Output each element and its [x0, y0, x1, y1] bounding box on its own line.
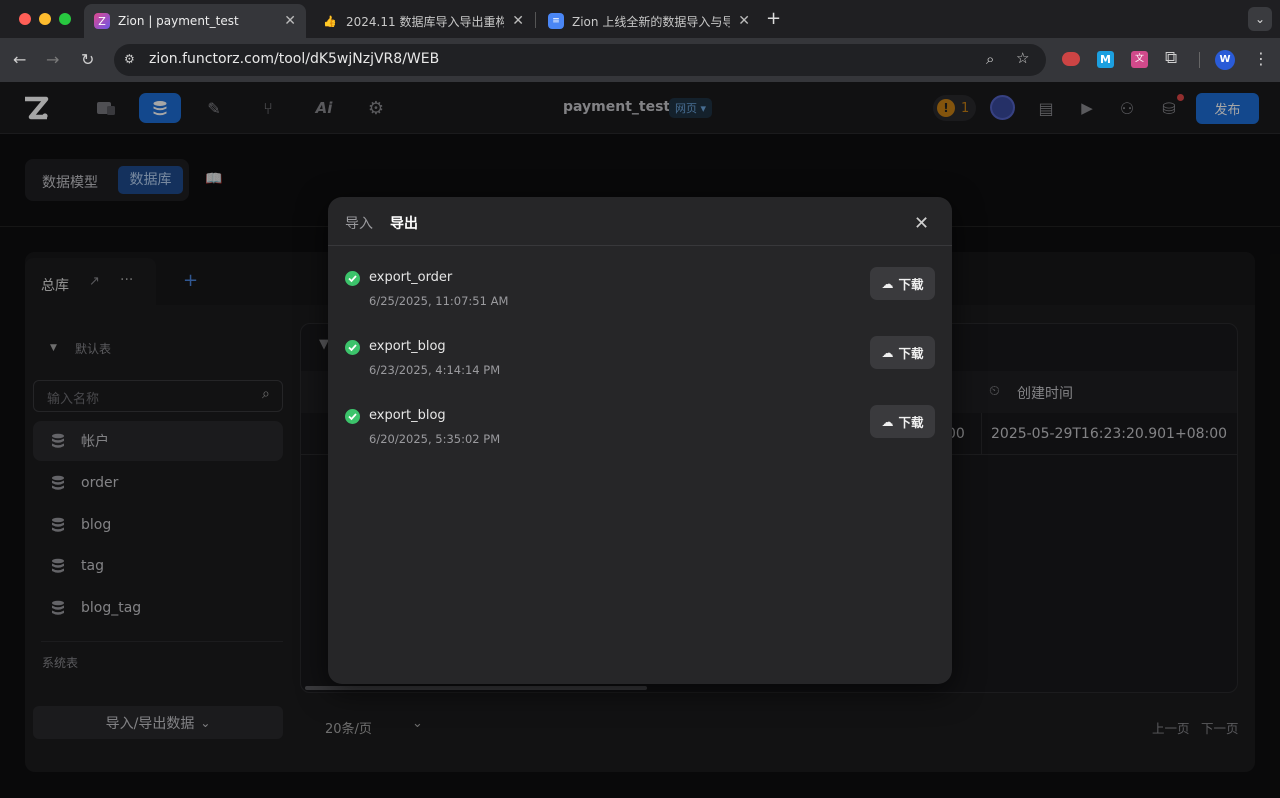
export-name: export_blog — [369, 408, 446, 423]
list-item: export_order 6/25/2025, 11:07:51 AM ☁ 下载 — [345, 267, 935, 327]
download-button[interactable]: ☁ 下载 — [870, 267, 935, 300]
reload-icon[interactable]: ↻ — [81, 50, 94, 69]
cloud-download-icon: ☁ — [881, 276, 894, 291]
tab-search-button[interactable]: ⌄ — [1248, 7, 1272, 31]
browser-tab-bar: Z Zion | payment_test ✕ 👍 2024.11 数据库导入导… — [0, 0, 1280, 38]
address-bar[interactable]: ⚙ zion.functorz.com/tool/dK5wjNzjVR8/WEB… — [114, 44, 1046, 76]
site-settings-icon[interactable]: ⚙ — [124, 52, 135, 66]
tab-import[interactable]: 导入 — [345, 213, 373, 233]
tab-export[interactable]: 导出 — [390, 213, 418, 233]
close-tab-icon[interactable]: ✕ — [512, 13, 524, 29]
modal-divider — [328, 245, 952, 246]
success-check-icon — [345, 409, 360, 424]
list-item: export_blog 6/20/2025, 5:35:02 PM ☁ 下载 — [345, 405, 935, 465]
forward-arrow-icon[interactable]: → — [46, 50, 59, 69]
success-check-icon — [345, 271, 360, 286]
zoom-icon[interactable]: ⌕ — [986, 50, 994, 68]
export-name: export_blog — [369, 339, 446, 354]
browser-tab-zion[interactable]: Z Zion | payment_test ✕ — [84, 4, 306, 38]
docs-favicon-icon: ≡ — [548, 13, 564, 29]
extension-m-icon[interactable]: M — [1097, 51, 1114, 68]
export-time: 6/20/2025, 5:35:02 PM — [369, 432, 501, 446]
close-window-button[interactable] — [19, 13, 31, 25]
back-arrow-icon[interactable]: ← — [13, 50, 26, 69]
browser-toolbar: ← → ↻ ⚙ zion.functorz.com/tool/dK5wjNzjV… — [0, 38, 1280, 82]
success-check-icon — [345, 340, 360, 355]
download-label: 下载 — [898, 415, 924, 430]
tab-divider — [535, 12, 536, 28]
url-text: zion.functorz.com/tool/dK5wjNzjVR8/WEB — [149, 51, 440, 67]
extension-glasses-icon[interactable] — [1062, 52, 1080, 66]
import-export-modal: 导入 导出 ✕ export_order 6/25/2025, 11:07:51… — [328, 197, 952, 684]
new-tab-button[interactable]: + — [766, 8, 781, 29]
download-label: 下载 — [898, 346, 924, 361]
bookmark-star-icon[interactable]: ☆ — [1016, 49, 1029, 67]
close-icon[interactable]: ✕ — [914, 215, 929, 233]
export-time: 6/23/2025, 4:14:14 PM — [369, 363, 501, 377]
close-tab-icon[interactable]: ✕ — [284, 13, 296, 29]
extensions-puzzle-icon[interactable]: ⧉ — [1165, 48, 1177, 68]
export-name: export_order — [369, 270, 453, 285]
browser-tab-doc[interactable]: 👍 2024.11 数据库导入导出重构 - ✕ — [312, 4, 534, 38]
cloud-download-icon: ☁ — [881, 414, 894, 429]
cloud-download-icon: ☁ — [881, 345, 894, 360]
download-label: 下载 — [898, 277, 924, 292]
zion-favicon-icon: Z — [94, 13, 110, 29]
export-time: 6/25/2025, 11:07:51 AM — [369, 294, 509, 308]
download-button[interactable]: ☁ 下载 — [870, 336, 935, 369]
download-button[interactable]: ☁ 下载 — [870, 405, 935, 438]
toolbar-divider — [1199, 52, 1200, 68]
browser-tab-article[interactable]: ≡ Zion 上线全新的数据导入与导出 ✕ — [538, 4, 760, 38]
close-tab-icon[interactable]: ✕ — [738, 13, 750, 29]
thumbs-up-icon: 👍 — [323, 14, 337, 28]
list-item: export_blog 6/23/2025, 4:14:14 PM ☁ 下载 — [345, 336, 935, 396]
minimize-window-button[interactable] — [39, 13, 51, 25]
browser-menu-icon[interactable]: ⋮ — [1253, 49, 1269, 68]
tab-title: Zion 上线全新的数据导入与导出 — [572, 14, 731, 29]
profile-avatar[interactable]: W — [1215, 50, 1235, 70]
chevron-down-icon: ⌄ — [1254, 12, 1266, 26]
tab-title: Zion | payment_test — [118, 14, 239, 28]
zoom-window-button[interactable] — [59, 13, 71, 25]
extension-translate-icon[interactable]: 文 — [1131, 51, 1148, 68]
tab-title: 2024.11 数据库导入导出重构 - — [346, 14, 505, 29]
